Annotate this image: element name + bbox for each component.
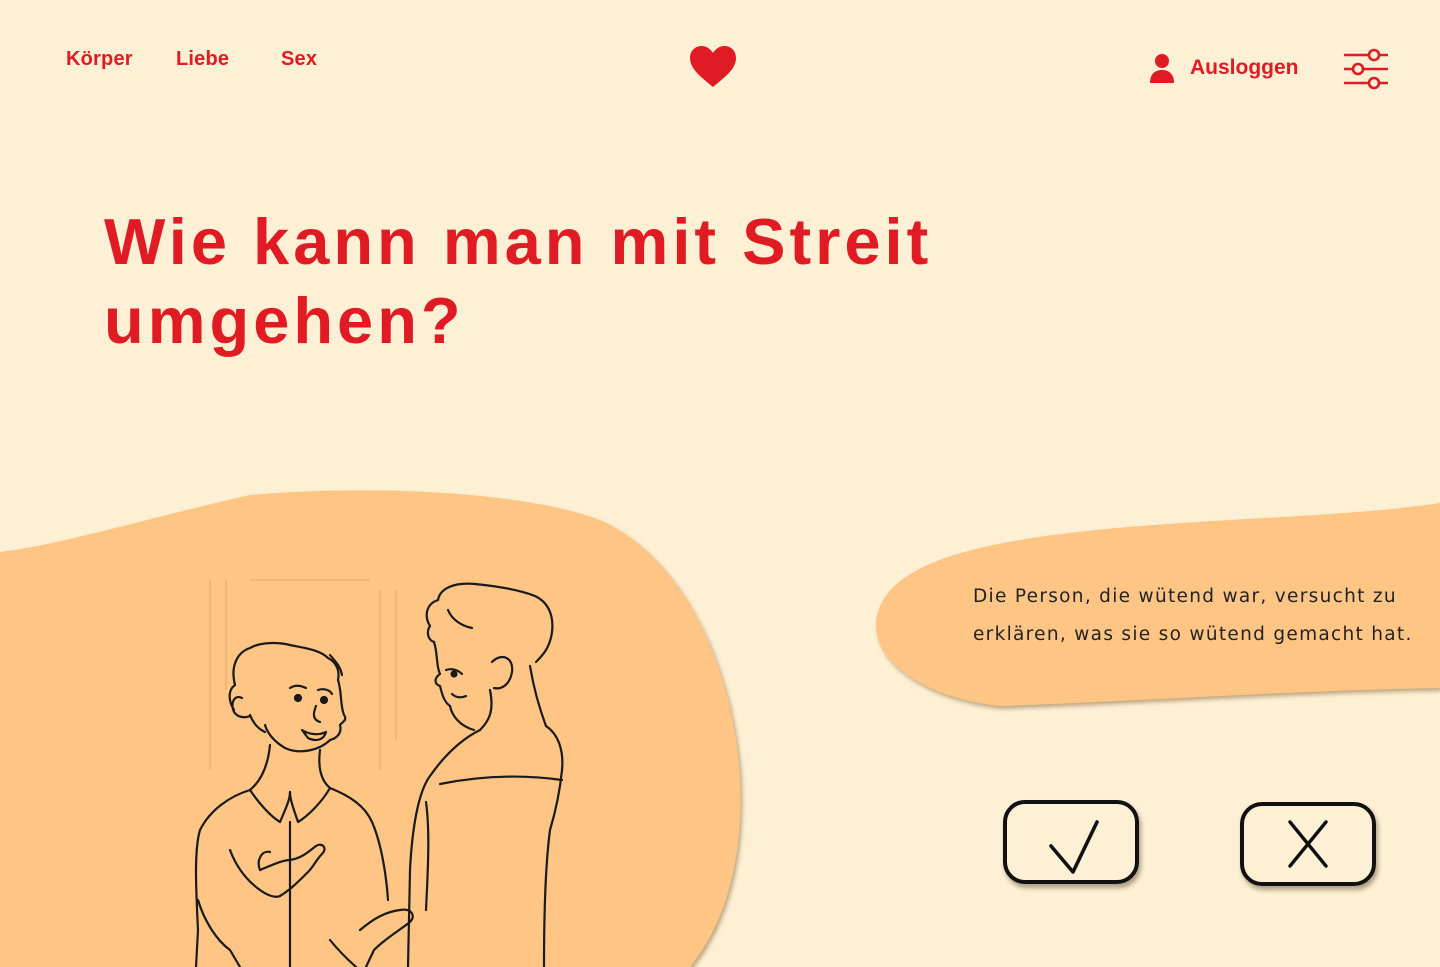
nav-link-sex[interactable]: Sex [281, 48, 317, 71]
two-people-talking-sketch [194, 579, 564, 967]
close-icon [1288, 820, 1328, 868]
nav-link-liebe[interactable]: Liebe [176, 48, 229, 71]
user-icon [1150, 54, 1174, 83]
checkmark-icon [1049, 820, 1099, 874]
heart-icon[interactable] [688, 45, 738, 89]
nav-link-koerper[interactable]: Körper [66, 48, 133, 71]
reject-button[interactable] [1240, 802, 1376, 886]
sliders-icon[interactable] [1343, 47, 1389, 91]
page-title: Wie kann man mit Streit umgehen? [104, 205, 933, 357]
logout-button[interactable]: Ausloggen [1148, 52, 1299, 84]
accept-button[interactable] [1003, 800, 1139, 884]
caption-text: Die Person, die wütend war, versucht zu … [973, 586, 1413, 645]
logout-label: Ausloggen [1190, 56, 1299, 79]
page: Körper Liebe Sex Ausloggen Wie kann man … [0, 0, 1440, 967]
